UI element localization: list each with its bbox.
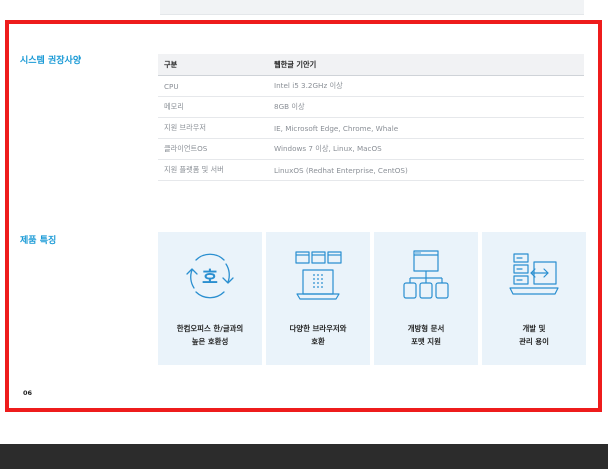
feature-card-open-format: 개방형 문서 포맷 지원 [374,232,478,365]
table-cell-label: 지원 브라우저 [158,117,268,139]
table-cell-label: CPU [158,75,268,97]
feature-title-line: 개방형 문서 [407,324,445,333]
bottom-bar [0,444,608,469]
feature-title: 다양한 브라우저와 호환 [266,322,370,348]
feature-title-line: 포맷 지원 [411,337,441,346]
table-header-row: 구분 웹한글 기안기 [158,54,584,76]
table-cell-value: Windows 7 이상, Linux, MacOS [268,138,584,160]
top-strip [160,0,584,15]
table-cell-value: IE, Microsoft Edge, Chrome, Whale [268,117,584,139]
table-header-category: 구분 [158,54,268,76]
feature-title-line: 호환 [311,337,325,346]
document-tree-icon [403,250,449,299]
table-cell-value: Intel i5 3.2GHz 이상 [268,75,584,97]
feature-title: 개발 및 관리 용이 [482,322,586,348]
section-title-product-features: 제품 특징 [20,236,57,246]
browser-windows-icon [295,251,342,300]
hangul-glyph: 호 [202,268,218,288]
table-cell-label: 지원 플랫폼 및 서버 [158,159,268,181]
feature-title-line: 한컴오피스 한/글과의 [176,324,244,333]
table-row: 지원 브라우저 IE, Microsoft Edge, Chrome, Whal… [158,117,584,139]
laptop-transfer-icon [509,253,559,295]
table-row: CPU Intel i5 3.2GHz 이상 [158,75,584,97]
sync-hangul-icon: 호 [186,253,234,299]
feature-title-line: 관리 용이 [519,337,549,346]
feature-card-compatibility: 호 한컴오피스 한/글과의 높은 호환성 [158,232,262,365]
table-cell-label: 클라이언트OS [158,138,268,160]
table-cell-label: 메모리 [158,96,268,118]
section-title-system-requirements: 시스템 권장사양 [20,56,82,66]
table-cell-value: 8GB 이상 [268,96,584,118]
feature-title: 개방형 문서 포맷 지원 [374,322,478,348]
spec-table: 구분 웹한글 기안기 CPU Intel i5 3.2GHz 이상 메모리 8G… [158,54,584,181]
table-cell-value: LinuxOS (Redhat Enterprise, CentOS) [268,159,584,181]
feature-title: 한컴오피스 한/글과의 높은 호환성 [158,322,262,348]
feature-card-browsers: 다양한 브라우저와 호환 [266,232,370,365]
table-row: 지원 플랫폼 및 서버 LinuxOS (Redhat Enterprise, … [158,159,584,181]
feature-title-line: 높은 호환성 [191,337,229,346]
feature-cards: 호 한컴오피스 한/글과의 높은 호환성 다양한 브라우저와 호환 개방형 문서… [158,232,586,365]
feature-title-line: 개발 및 [522,324,546,333]
table-header-product: 웹한글 기안기 [268,54,584,76]
feature-title-line: 다양한 브라우저와 [289,324,347,333]
table-row: 메모리 8GB 이상 [158,96,584,118]
feature-card-management: 개발 및 관리 용이 [482,232,586,365]
table-row: 클라이언트OS Windows 7 이상, Linux, MacOS [158,138,584,160]
page-number: 06 [23,389,33,397]
